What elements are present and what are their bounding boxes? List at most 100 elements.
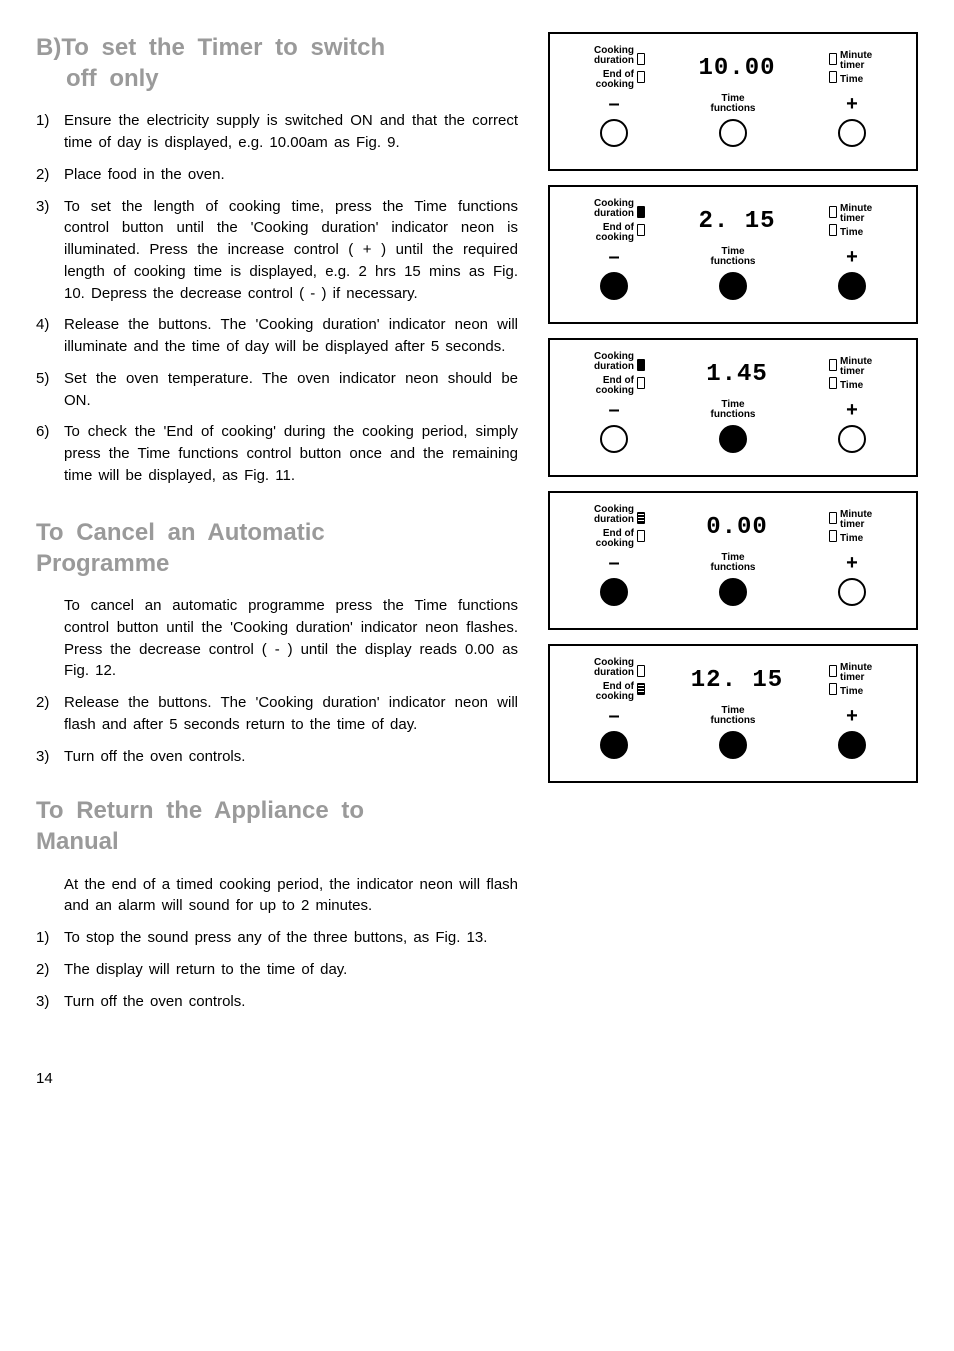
time-functions-label: Timefunctions: [711, 247, 756, 267]
list-item: 6)To check the 'End of cooking' during t…: [36, 421, 518, 486]
decrease-button[interactable]: [600, 578, 628, 606]
list-item: 1)Ensure the electricity supply is switc…: [36, 110, 518, 154]
left-labels: Cookingduration End ofcooking: [580, 46, 634, 90]
heading-line1: To set the Timer to switch: [61, 34, 385, 61]
heading-line1: To Cancel an Automatic: [36, 519, 325, 546]
decrease-button[interactable]: [600, 272, 628, 300]
decrease-button[interactable]: [600, 731, 628, 759]
end-of-cooking-indicator: [637, 683, 645, 695]
list-item-number: 4): [36, 314, 64, 358]
increase-button-group: +: [818, 706, 886, 759]
list-item-text: Turn off the oven controls.: [64, 746, 518, 768]
time-functions-label: Timefunctions: [711, 94, 756, 114]
list-item: 2)The display will return to the time of…: [36, 959, 518, 981]
left-labels: Cookingduration End ofcooking: [580, 658, 634, 702]
list-item-number: 6): [36, 421, 64, 486]
timer-panel-figure: Cookingduration End ofcooking 1.45 Minut…: [548, 338, 918, 477]
minus-icon: –: [608, 94, 619, 114]
increase-button[interactable]: [838, 119, 866, 147]
minute-timer-indicator: [829, 53, 837, 65]
decrease-button-group: –: [580, 94, 648, 147]
left-indicators: [634, 359, 648, 389]
cooking-duration-indicator: [637, 665, 645, 677]
right-labels: Minutetimer Time: [840, 204, 886, 238]
right-labels: Minutetimer Time: [840, 663, 886, 697]
left-labels: Cookingduration End ofcooking: [580, 505, 634, 549]
decrease-button[interactable]: [600, 119, 628, 147]
list-item: 3)Turn off the oven controls.: [36, 991, 518, 1013]
time-indicator: [829, 377, 837, 389]
timer-panel-figure: Cookingduration End ofcooking 10.00 Minu…: [548, 32, 918, 171]
list-item-text: The display will return to the time of d…: [64, 959, 518, 981]
timer-display: 1.45: [648, 361, 826, 388]
time-functions-button[interactable]: [719, 272, 747, 300]
time-functions-button[interactable]: [719, 578, 747, 606]
plus-icon: +: [846, 706, 858, 726]
heading-line1: To Return the Appliance to: [36, 797, 364, 824]
decrease-button-group: –: [580, 706, 648, 759]
list-item: 1)To stop the sound press any of the thr…: [36, 927, 518, 949]
time-indicator: [829, 224, 837, 236]
increase-button[interactable]: [838, 578, 866, 606]
list-item: 4)Release the buttons. The 'Cooking dura…: [36, 314, 518, 358]
timer-display: 12. 15: [648, 667, 826, 694]
list-item-number: 3): [36, 196, 64, 305]
increase-button[interactable]: [838, 731, 866, 759]
list-item-number: 2): [36, 164, 64, 186]
time-functions-button-group: Timefunctions: [699, 706, 767, 759]
section-b-heading: B)To set the Timer to switch off only: [36, 32, 518, 94]
timer-display: 10.00: [648, 55, 826, 82]
time-functions-label: Timefunctions: [711, 706, 756, 726]
right-indicators: [826, 53, 840, 83]
heading-line2: Manual: [36, 828, 119, 855]
increase-button-group: +: [818, 553, 886, 606]
plus-icon: +: [846, 400, 858, 420]
decrease-button[interactable]: [600, 425, 628, 453]
list-item-text: Turn off the oven controls.: [64, 991, 518, 1013]
timer-panel-figure: Cookingduration End ofcooking 12. 15 Min…: [548, 644, 918, 783]
left-indicators: [634, 512, 648, 542]
list-item-number: 2): [36, 692, 64, 736]
section-cancel-heading: To Cancel an Automatic Programme: [36, 517, 518, 579]
list-item-number: 1): [36, 110, 64, 154]
time-functions-button-group: Timefunctions: [699, 400, 767, 453]
decrease-button-group: –: [580, 400, 648, 453]
time-functions-button-group: Timefunctions: [699, 553, 767, 606]
plus-icon: +: [846, 553, 858, 573]
minute-timer-indicator: [829, 206, 837, 218]
right-indicators: [826, 359, 840, 389]
figures-column: Cookingduration End ofcooking 10.00 Minu…: [548, 32, 918, 1040]
cooking-duration-indicator: [637, 206, 645, 218]
time-indicator: [829, 683, 837, 695]
list-item-text: Release the buttons. The 'Cooking durati…: [64, 314, 518, 358]
time-indicator: [829, 530, 837, 542]
left-labels: Cookingduration End ofcooking: [580, 352, 634, 396]
list-item: 5)Set the oven temperature. The oven ind…: [36, 368, 518, 412]
increase-button[interactable]: [838, 272, 866, 300]
time-functions-button[interactable]: [719, 731, 747, 759]
time-functions-button[interactable]: [719, 119, 747, 147]
heading-line2: off only: [36, 63, 518, 94]
cooking-duration-indicator: [637, 359, 645, 371]
cooking-duration-indicator: [637, 53, 645, 65]
increase-button-group: +: [818, 247, 886, 300]
section-b-list: 1)Ensure the electricity supply is switc…: [36, 110, 518, 486]
decrease-button-group: –: [580, 247, 648, 300]
end-of-cooking-indicator: [637, 530, 645, 542]
list-item-text: Ensure the electricity supply is switche…: [64, 110, 518, 154]
left-indicators: [634, 53, 648, 83]
list-item: 2)Release the buttons. The 'Cooking dura…: [36, 692, 518, 736]
right-labels: Minutetimer Time: [840, 510, 886, 544]
time-functions-button[interactable]: [719, 425, 747, 453]
plus-icon: +: [846, 247, 858, 267]
left-indicators: [634, 206, 648, 236]
list-item-text: Place food in the oven.: [64, 164, 518, 186]
list-item-text: Release the buttons. The 'Cooking durati…: [64, 692, 518, 736]
list-item-text: Set the oven temperature. The oven indic…: [64, 368, 518, 412]
increase-button[interactable]: [838, 425, 866, 453]
list-item-text: To stop the sound press any of the three…: [64, 927, 518, 949]
timer-panel-figure: Cookingduration End ofcooking 2. 15 Minu…: [548, 185, 918, 324]
page-number: 14: [36, 1070, 918, 1087]
list-item-number: 3): [36, 746, 64, 768]
section-return-list: 1)To stop the sound press any of the thr…: [36, 927, 518, 1012]
